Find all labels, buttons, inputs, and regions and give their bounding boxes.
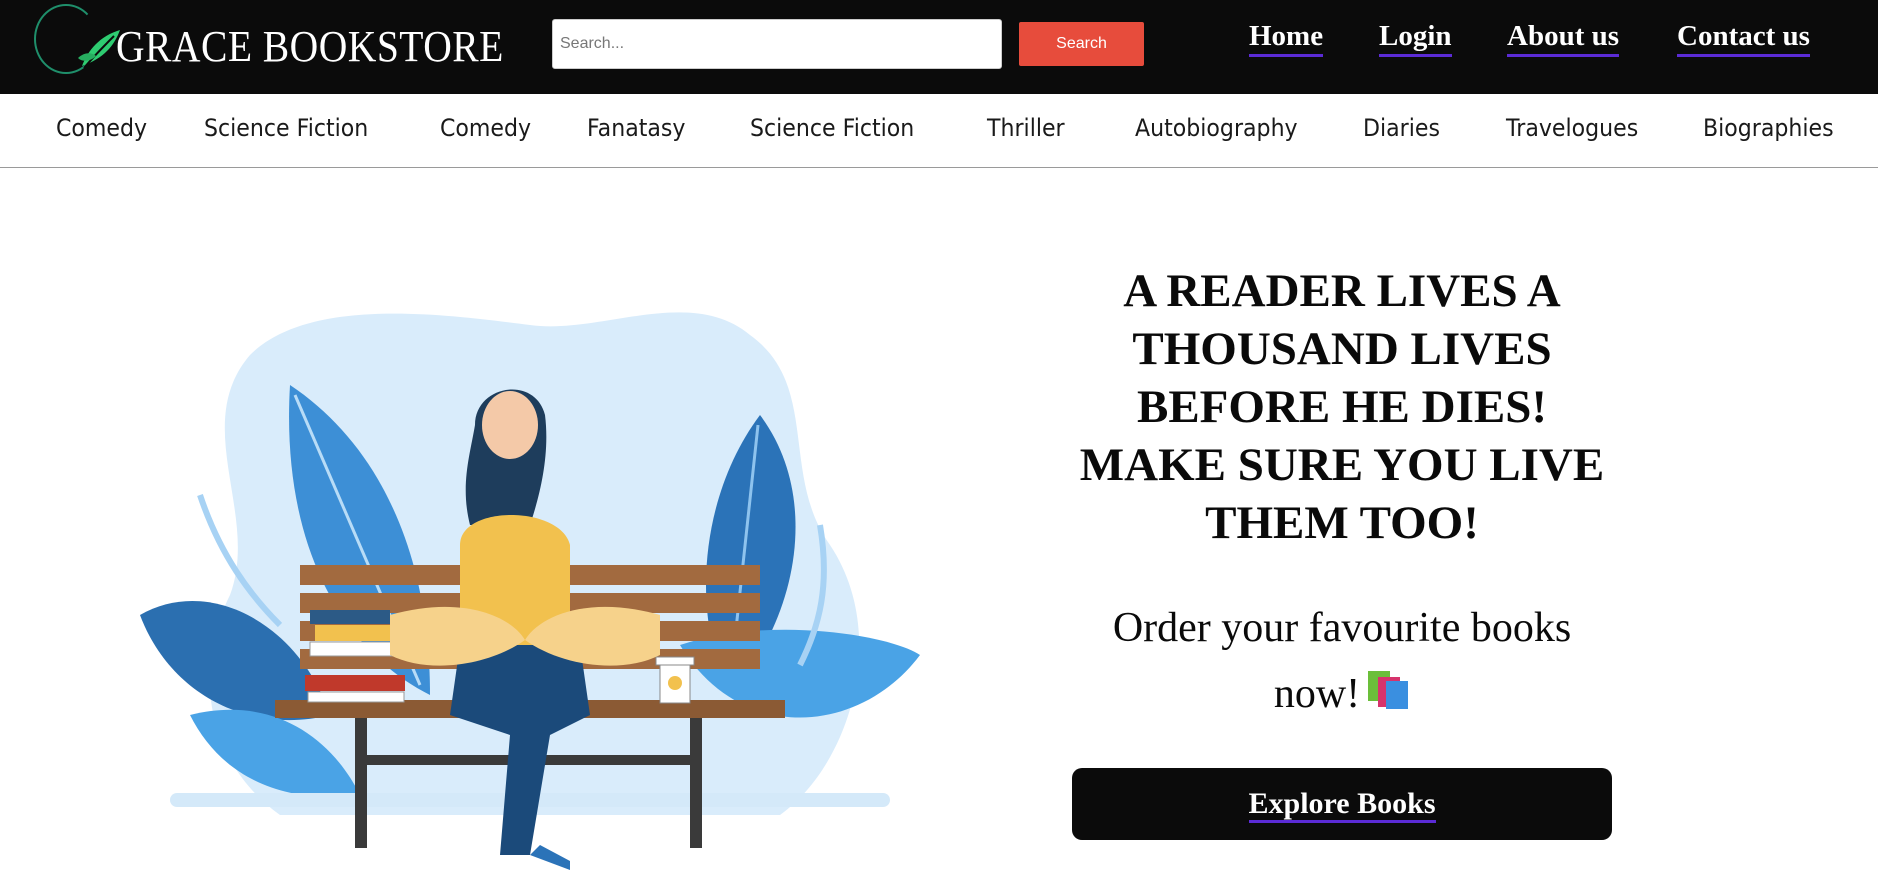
- category-link[interactable]: Science Fiction: [204, 110, 368, 146]
- category-link[interactable]: Autobiography: [1135, 110, 1298, 146]
- category-link[interactable]: Fanatasy: [587, 110, 685, 146]
- category-link[interactable]: Biographies: [1703, 110, 1834, 146]
- explore-books-label: Explore Books: [1248, 787, 1436, 823]
- hero-headline: A READER LIVES A THOUSAND LIVES BEFORE H…: [1079, 265, 1605, 549]
- books-icon: [1366, 665, 1410, 709]
- category-link[interactable]: Travelogues: [1506, 110, 1638, 146]
- category-link[interactable]: Comedy: [56, 110, 147, 146]
- top-navbar: GRACE BOOKSTORE Search Home Login About …: [0, 0, 1878, 94]
- nav-about-link[interactable]: About us: [1507, 18, 1620, 57]
- hero-subtext: Order your favourite books now!: [1072, 595, 1612, 727]
- category-link[interactable]: Thriller: [987, 110, 1065, 146]
- hero-subtext-label: Order your favourite books now!: [1112, 605, 1572, 717]
- brand-name: GRACE BOOKSTORE: [116, 22, 504, 71]
- category-link[interactable]: Diaries: [1363, 110, 1440, 146]
- nav-login-link[interactable]: Login: [1379, 18, 1452, 57]
- category-bar: Comedy Science Fiction Comedy Fanatasy S…: [0, 94, 1878, 168]
- nav-home-link[interactable]: Home: [1249, 18, 1324, 57]
- category-link[interactable]: Comedy: [440, 110, 531, 146]
- nav-contact-link[interactable]: Contact us: [1677, 18, 1810, 57]
- brand-logo[interactable]: GRACE BOOKSTORE: [34, 4, 504, 78]
- category-link[interactable]: Science Fiction: [750, 110, 914, 146]
- woman-reading-illustration: [140, 312, 920, 870]
- explore-books-button[interactable]: Explore Books: [1072, 768, 1612, 840]
- search-button[interactable]: Search: [1019, 22, 1144, 66]
- search-input[interactable]: [552, 19, 1002, 69]
